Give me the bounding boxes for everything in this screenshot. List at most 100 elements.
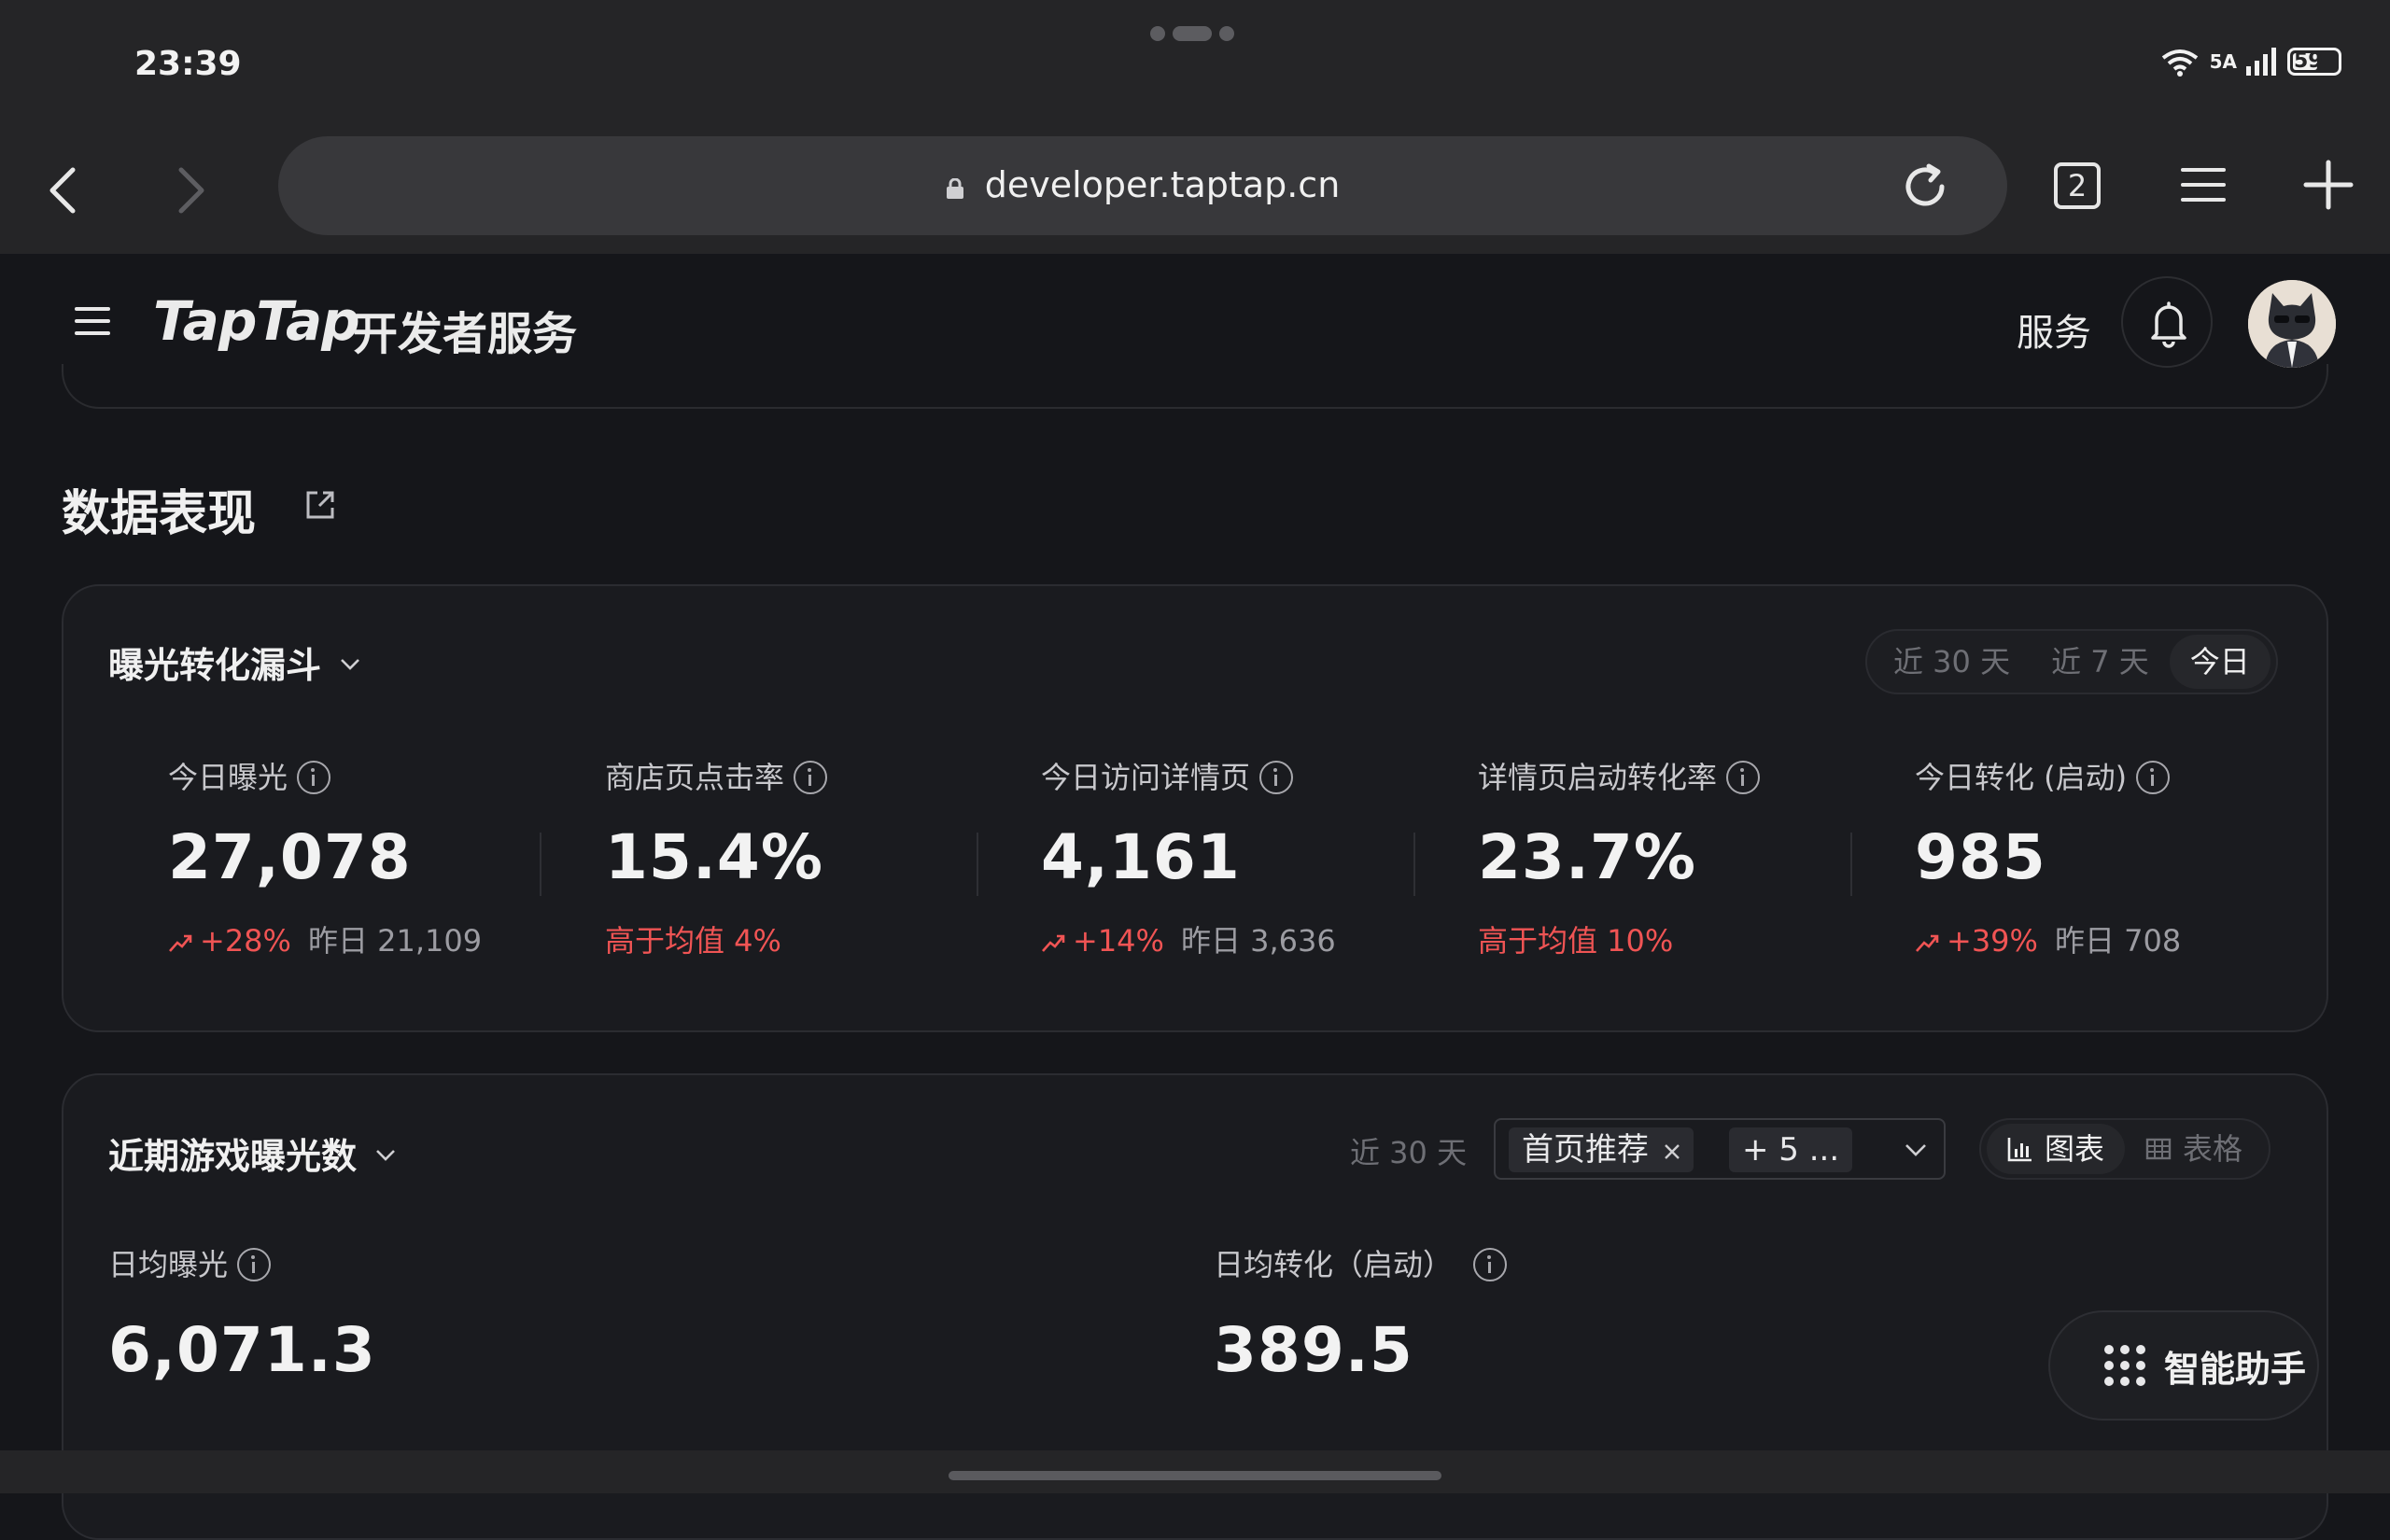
chevron-down-icon bbox=[1905, 1144, 1926, 1156]
forward-icon[interactable] bbox=[159, 161, 218, 220]
metric-divider bbox=[977, 833, 978, 896]
metric-note: 高于均值 4% bbox=[605, 923, 781, 959]
browser-toolbar: developer.taptap.cn 2 bbox=[0, 127, 2390, 254]
metric-change: +28% bbox=[168, 923, 291, 959]
info-icon[interactable] bbox=[2136, 761, 2171, 794]
metric-yesterday: 昨日 3,636 bbox=[1180, 923, 1336, 959]
metric-label: 今日曝光 bbox=[168, 760, 288, 795]
address-bar[interactable]: developer.taptap.cn bbox=[278, 136, 2007, 235]
services-link[interactable]: 服务 bbox=[2017, 302, 2091, 357]
tabs-button[interactable]: 2 bbox=[2054, 162, 2101, 209]
funnel-title-dropdown[interactable]: 曝光转化漏斗 bbox=[108, 637, 360, 688]
view-chart-button[interactable]: 图表 bbox=[1987, 1124, 2126, 1174]
home-indicator[interactable] bbox=[949, 1471, 1441, 1480]
funnel-card: 曝光转化漏斗 近 30 天 近 7 天 今日 今日曝光 27,078 +28% 昨… bbox=[62, 584, 2328, 1032]
table-icon bbox=[2145, 1138, 2172, 1160]
info-icon[interactable] bbox=[237, 1248, 272, 1281]
metric-label: 今日访问详情页 bbox=[1041, 760, 1251, 795]
metric-divider bbox=[1850, 833, 1852, 896]
menu-icon[interactable] bbox=[2181, 166, 2226, 203]
metric-change: +14% bbox=[1041, 923, 1164, 959]
avg-exposure: 日均曝光 6,071.3 bbox=[108, 1241, 376, 1386]
metric-launch-rate: 详情页启动转化率 23.7% 高于均值 10% bbox=[1478, 754, 1879, 960]
metric-value: 4,161 bbox=[1041, 821, 1241, 893]
new-tab-icon[interactable] bbox=[2302, 159, 2355, 211]
metric-store-ctr: 商店页点击率 15.4% 高于均值 4% bbox=[605, 754, 1006, 960]
range-7-days[interactable]: 近 7 天 bbox=[2031, 635, 2170, 689]
back-icon[interactable] bbox=[35, 161, 95, 220]
avg-exposure-label: 日均曝光 bbox=[108, 1247, 229, 1282]
metric-yesterday: 昨日 21,109 bbox=[307, 923, 483, 959]
metric-note: 高于均值 10% bbox=[1478, 923, 1674, 959]
cat-avatar-icon bbox=[2248, 280, 2336, 368]
bell-icon bbox=[2151, 301, 2186, 348]
metric-value: 985 bbox=[1915, 821, 2046, 893]
reload-icon[interactable] bbox=[1899, 161, 1951, 213]
info-icon[interactable] bbox=[1259, 761, 1294, 794]
exposure-title-dropdown[interactable]: 近期游戏曝光数 bbox=[108, 1127, 396, 1179]
assistant-label: 智能助手 bbox=[2164, 1348, 2307, 1390]
info-icon[interactable] bbox=[1726, 761, 1761, 794]
filter-tag-more[interactable]: + 5 ... bbox=[1729, 1127, 1853, 1172]
logo-subtitle: 开发者服务 bbox=[353, 308, 578, 360]
range-today[interactable]: 今日 bbox=[2169, 635, 2270, 689]
trend-up-icon bbox=[1916, 934, 1939, 952]
wifi-icon bbox=[2161, 49, 2198, 77]
external-link-icon[interactable] bbox=[304, 489, 336, 521]
metric-today-conversion: 今日转化 (启动) 985 +39% 昨日 708 bbox=[1915, 754, 2316, 960]
info-icon[interactable] bbox=[297, 761, 331, 794]
metric-today-exposure: 今日曝光 27,078 +28% 昨日 21,109 bbox=[168, 754, 569, 960]
metric-detail-visits: 今日访问详情页 4,161 +14% 昨日 3,636 bbox=[1041, 754, 1442, 960]
system-bottom-bar bbox=[0, 1450, 2390, 1493]
time-range-switch: 近 30 天 近 7 天 今日 bbox=[1865, 629, 2278, 694]
taptap-logo[interactable]: TapTap bbox=[153, 289, 360, 353]
metric-label: 商店页点击率 bbox=[605, 760, 785, 795]
metric-change: +39% bbox=[1915, 923, 2038, 959]
chevron-down-icon bbox=[341, 659, 359, 670]
metric-value: 27,078 bbox=[168, 821, 412, 893]
avatar[interactable] bbox=[2248, 280, 2336, 368]
view-mode-switch: 图表 表格 bbox=[1979, 1118, 2271, 1180]
chevron-down-icon bbox=[376, 1150, 395, 1161]
metric-yesterday: 昨日 708 bbox=[2054, 923, 2182, 959]
collapsed-card-edge bbox=[62, 364, 2328, 409]
metric-label: 详情页启动转化率 bbox=[1478, 760, 1718, 795]
view-table-button[interactable]: 表格 bbox=[2125, 1124, 2263, 1174]
metric-divider bbox=[1413, 833, 1415, 896]
status-bar: 23:39 5A 59 bbox=[0, 0, 2390, 127]
exposure-range[interactable]: 近 30 天 bbox=[1350, 1129, 1467, 1172]
filter-tag-homepage[interactable]: 首页推荐 bbox=[1509, 1127, 1694, 1172]
trend-up-icon bbox=[169, 934, 192, 952]
metric-value: 23.7% bbox=[1478, 821, 1696, 893]
info-icon[interactable] bbox=[794, 761, 828, 794]
avg-conversion-value: 389.5 bbox=[1214, 1314, 1413, 1386]
bar-chart-icon bbox=[2007, 1138, 2032, 1162]
notification-button[interactable] bbox=[2121, 276, 2213, 368]
metric-divider bbox=[540, 833, 541, 896]
metric-value: 15.4% bbox=[605, 821, 823, 893]
grid-dots-icon bbox=[2104, 1345, 2145, 1386]
status-time: 23:39 bbox=[134, 45, 242, 83]
avg-conversion-label: 日均转化（启动） bbox=[1214, 1247, 1454, 1282]
channel-filter-select[interactable]: 首页推荐 + 5 ... bbox=[1494, 1118, 1946, 1180]
signal-icon bbox=[2246, 48, 2276, 76]
close-icon[interactable] bbox=[1664, 1143, 1680, 1160]
multitask-handle[interactable] bbox=[1150, 26, 1234, 41]
page-title: 数据表现 bbox=[62, 486, 257, 542]
avg-conversion: 日均转化（启动） 389.5 bbox=[1214, 1241, 1508, 1386]
battery-level: 59 bbox=[2294, 49, 2323, 73]
url-text: developer.taptap.cn bbox=[984, 164, 1341, 205]
funnel-title: 曝光转化漏斗 bbox=[108, 645, 322, 686]
range-30-days[interactable]: 近 30 天 bbox=[1873, 635, 2031, 689]
network-type: 5A bbox=[2209, 50, 2237, 73]
avg-exposure-value: 6,071.3 bbox=[108, 1314, 376, 1386]
lock-icon bbox=[946, 178, 963, 199]
battery-icon: 59 bbox=[2287, 48, 2341, 76]
status-icons: 5A 59 bbox=[2159, 47, 2341, 77]
info-icon[interactable] bbox=[1473, 1248, 1508, 1281]
smart-assistant-button[interactable]: 智能助手 bbox=[2048, 1310, 2319, 1421]
exposure-title: 近期游戏曝光数 bbox=[108, 1136, 358, 1177]
hamburger-icon[interactable] bbox=[75, 306, 110, 336]
trend-up-icon bbox=[1042, 934, 1065, 952]
metric-label: 今日转化 (启动) bbox=[1915, 760, 2128, 795]
